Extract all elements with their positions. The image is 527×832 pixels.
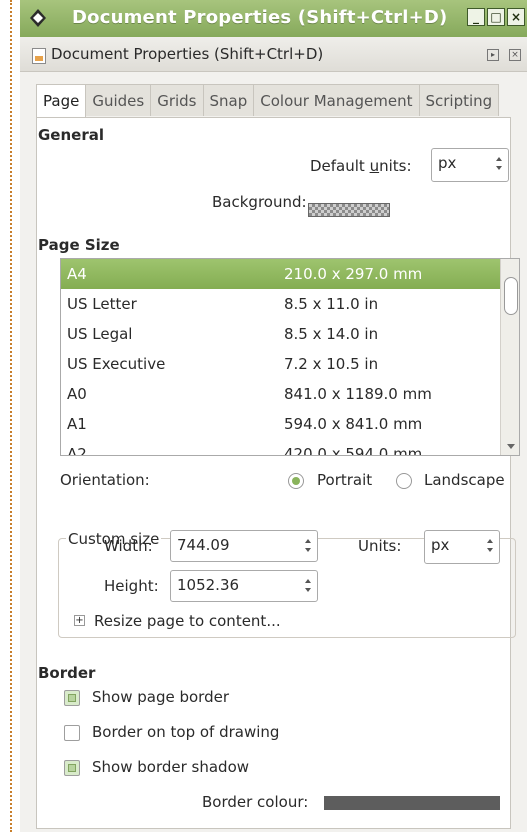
window-titlebar[interactable]: Document Properties (Shift+Ctrl+D) _ □ ×: [20, 0, 527, 37]
window-title: Document Properties (Shift+Ctrl+D): [72, 7, 448, 28]
show-border-shadow-checkbox[interactable]: [64, 760, 80, 776]
spin-arrows-icon[interactable]: [303, 575, 313, 597]
landscape-label[interactable]: Landscape: [424, 471, 505, 489]
page-size-heading: Page Size: [38, 236, 120, 254]
tab-scripting[interactable]: Scripting: [418, 84, 500, 116]
list-item[interactable]: A1 594.0 x 841.0 mm: [61, 409, 501, 439]
resize-to-content-label[interactable]: Resize page to content...: [94, 612, 281, 630]
list-item[interactable]: A2 420.0 x 594.0 mm: [61, 439, 501, 455]
height-label: Height:: [104, 577, 159, 595]
expand-icon[interactable]: +: [74, 615, 85, 626]
dialog-header: Document Properties (Shift+Ctrl+D) ▸ ×: [20, 37, 527, 72]
window-controls: _ □ ×: [467, 8, 525, 26]
spin-arrows-icon[interactable]: [303, 535, 313, 557]
scroll-down-icon[interactable]: [506, 443, 516, 451]
border-on-top-label[interactable]: Border on top of drawing: [92, 723, 279, 741]
dock-icon[interactable]: ▸: [487, 49, 499, 61]
minimize-button[interactable]: _: [467, 8, 485, 26]
list-item[interactable]: US Letter 8.5 x 11.0 in: [61, 289, 501, 319]
width-label: Width:: [104, 537, 153, 555]
border-on-top-checkbox[interactable]: [64, 725, 80, 741]
background-colour-button[interactable]: [308, 203, 390, 217]
tab-guides[interactable]: Guides: [85, 84, 152, 116]
list-scrollbar[interactable]: [500, 259, 519, 455]
list-item[interactable]: US Executive 7.2 x 10.5 in: [61, 349, 501, 379]
show-page-border-checkbox[interactable]: [64, 690, 80, 706]
app-icon: [30, 9, 46, 27]
width-input[interactable]: 744.09: [170, 530, 318, 562]
portrait-label[interactable]: Portrait: [317, 471, 372, 489]
tab-colour-management[interactable]: Colour Management: [253, 84, 420, 116]
general-heading: General: [38, 126, 104, 144]
landscape-radio[interactable]: [396, 473, 412, 489]
orientation-label: Orientation:: [60, 471, 150, 489]
close-button[interactable]: ×: [507, 8, 525, 26]
select-arrows-icon: [485, 535, 495, 557]
show-border-shadow-label[interactable]: Show border shadow: [92, 758, 249, 776]
document-icon: [32, 48, 46, 64]
page-size-list[interactable]: A4 210.0 x 297.0 mm US Letter 8.5 x 11.0…: [60, 258, 520, 456]
tab-grids[interactable]: Grids: [150, 84, 204, 116]
tab-snap[interactable]: Snap: [202, 84, 255, 116]
list-item[interactable]: US Legal 8.5 x 14.0 in: [61, 319, 501, 349]
background-label: Background:: [212, 193, 307, 211]
border-colour-label: Border colour:: [202, 793, 309, 811]
height-input[interactable]: 1052.36: [170, 570, 318, 602]
portrait-radio[interactable]: [288, 473, 304, 489]
units-select[interactable]: px: [424, 530, 500, 564]
border-heading: Border: [38, 664, 96, 682]
show-page-border-label[interactable]: Show page border: [92, 688, 229, 706]
tab-bar: Page Guides Grids Snap Colour Management…: [36, 84, 500, 119]
default-units-select[interactable]: px: [431, 148, 509, 182]
dotted-border: [0, 0, 12, 832]
scrollbar-thumb[interactable]: [504, 277, 518, 315]
dialog-close-icon[interactable]: ×: [509, 49, 521, 61]
maximize-button[interactable]: □: [487, 8, 505, 26]
units-label: Units:: [358, 537, 402, 555]
list-item[interactable]: A0 841.0 x 1189.0 mm: [61, 379, 501, 409]
list-item[interactable]: A4 210.0 x 297.0 mm: [61, 259, 501, 289]
border-colour-button[interactable]: [324, 796, 500, 810]
dialog-title: Document Properties (Shift+Ctrl+D): [51, 45, 324, 63]
tab-page[interactable]: Page: [36, 84, 87, 119]
select-arrows-icon: [494, 153, 504, 175]
default-units-label: Default units:: [310, 157, 412, 175]
